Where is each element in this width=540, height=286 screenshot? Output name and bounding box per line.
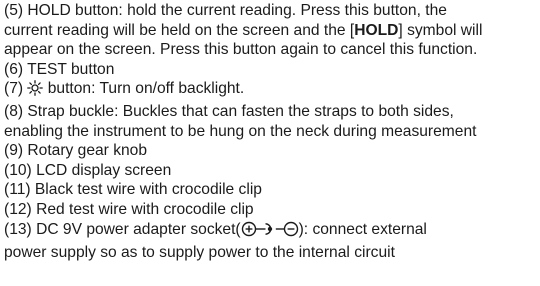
item-power-suffix: ): connect external <box>298 220 427 238</box>
item-red-wire: (12) Red test wire with crocodile clip <box>4 200 254 218</box>
item-hold-text-b: ] symbol will <box>398 21 483 39</box>
item-hold-line-2: current reading will be held on the scre… <box>4 21 538 41</box>
item-knob: (9) Rotary gear knob <box>4 142 148 160</box>
item-hold-line-3: appear on the screen. Press this button … <box>4 41 478 59</box>
item-lcd: (10) LCD display screen <box>4 161 172 179</box>
item-backlight-text: button: Turn on/off backlight. <box>43 80 245 98</box>
item-power-prefix: (13) DC 9V power adapter socket( <box>4 220 241 238</box>
item-backlight-prefix: (7) <box>4 80 28 98</box>
item-test: (6) TEST button <box>4 60 115 78</box>
item-strap-line-2: enabling the instrument to be hung on th… <box>4 122 477 140</box>
item-power-line-1: (13) DC 9V power adapter socket( ): conn… <box>4 220 538 244</box>
item-hold-line-1: (5) HOLD button: hold the current readin… <box>4 2 447 19</box>
hold-symbol-label: HOLD <box>354 21 399 39</box>
manual-page: (5) HOLD button: hold the current readin… <box>4 1 538 263</box>
item-power-line-2: power supply so as to supply power to th… <box>4 244 395 262</box>
item-backlight: (7) button: Turn on/off backlight. <box>4 79 538 102</box>
item-black-wire: (11) Black test wire with crocodile clip <box>4 181 262 199</box>
sun-icon <box>27 80 44 102</box>
item-hold-text-a: current reading will be held on the scre… <box>4 21 355 39</box>
item-strap-line-1: (8) Strap buckle: Buckles that can faste… <box>4 102 454 120</box>
dc-polarity-icon <box>241 220 299 244</box>
